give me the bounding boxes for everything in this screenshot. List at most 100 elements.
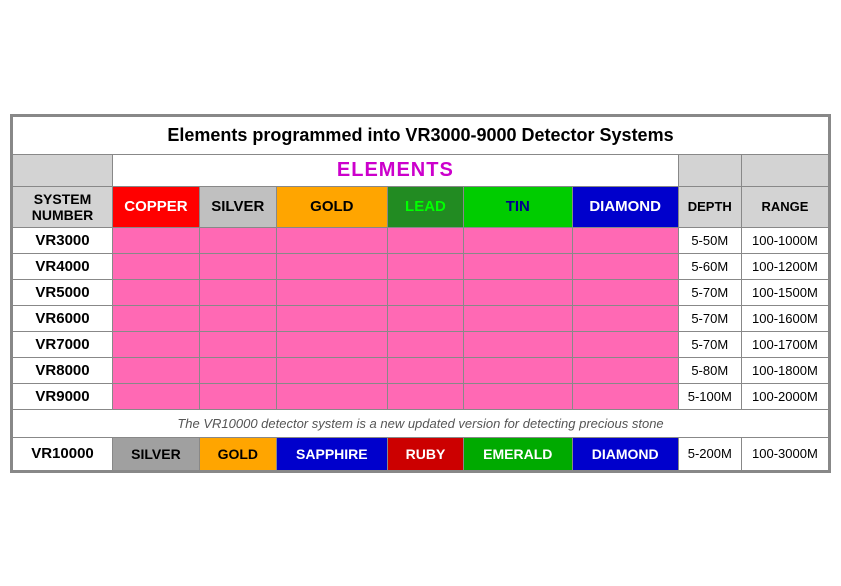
vr3000-gold (276, 227, 387, 253)
vr7000-tin (463, 331, 572, 357)
vr9000-tin (463, 383, 572, 409)
vr4000-depth: 5-60M (678, 253, 741, 279)
vr10000-silver-badge: SILVER (121, 442, 191, 466)
silver-header: SILVER (199, 186, 276, 227)
vr8000-depth: 5-80M (678, 357, 741, 383)
vr10000-sapphire-badge: SAPPHIRE (286, 442, 378, 466)
system-number-header: SYSTEM NUMBER (13, 186, 113, 227)
system-vr3000: VR3000 (13, 227, 113, 253)
vr10000-gold-cell: GOLD (199, 437, 276, 470)
vr9000-gold (276, 383, 387, 409)
vr10000-diamond-badge: DIAMOND (582, 442, 669, 466)
vr7000-diamond (572, 331, 678, 357)
table-row: VR6000 5-70M 100-1600M (13, 305, 829, 331)
vr3000-depth: 5-50M (678, 227, 741, 253)
vr10000-silver-cell: SILVER (113, 437, 200, 470)
vr9000-copper (113, 383, 200, 409)
vr5000-gold (276, 279, 387, 305)
note-row: The VR10000 detector system is a new upd… (13, 409, 829, 437)
vr4000-diamond (572, 253, 678, 279)
vr5000-depth: 5-70M (678, 279, 741, 305)
vr4000-lead (387, 253, 463, 279)
vr7000-copper (113, 331, 200, 357)
vr8000-silver (199, 357, 276, 383)
vr7000-lead (387, 331, 463, 357)
depth-header: DEPTH (678, 186, 741, 227)
vr3000-copper (113, 227, 200, 253)
vr3000-diamond (572, 227, 678, 253)
system-vr5000: VR5000 (13, 279, 113, 305)
vr5000-copper (113, 279, 200, 305)
vr8000-gold (276, 357, 387, 383)
range-header: RANGE (741, 186, 828, 227)
system-vr10000: VR10000 (13, 437, 113, 470)
system-header-empty (13, 154, 113, 186)
vr10000-depth: 5-200M (678, 437, 741, 470)
tin-header: TIN (463, 186, 572, 227)
vr3000-tin (463, 227, 572, 253)
vr6000-tin (463, 305, 572, 331)
vr10000-ruby-badge: RUBY (396, 442, 456, 466)
vr6000-gold (276, 305, 387, 331)
vr7000-silver (199, 331, 276, 357)
vr6000-diamond (572, 305, 678, 331)
vr10000-gold-badge: GOLD (208, 442, 268, 466)
vr4000-copper (113, 253, 200, 279)
vr5000-tin (463, 279, 572, 305)
elements-label: ELEMENTS (113, 154, 679, 186)
depth-header-empty (678, 154, 741, 186)
vr10000-emerald-badge: EMERALD (473, 442, 562, 466)
elements-row: ELEMENTS (13, 154, 829, 186)
vr7000-depth: 5-70M (678, 331, 741, 357)
vr3000-silver (199, 227, 276, 253)
vr8000-diamond (572, 357, 678, 383)
system-vr9000: VR9000 (13, 383, 113, 409)
table-row: VR9000 5-100M 100-2000M (13, 383, 829, 409)
vr8000-lead (387, 357, 463, 383)
vr4000-range: 100-1200M (741, 253, 828, 279)
table-row: VR3000 5-50M 100-1000M (13, 227, 829, 253)
vr9000-silver (199, 383, 276, 409)
vr4000-tin (463, 253, 572, 279)
system-vr6000: VR6000 (13, 305, 113, 331)
main-table-wrapper: Elements programmed into VR3000-9000 Det… (10, 114, 831, 473)
vr8000-tin (463, 357, 572, 383)
table-row: VR8000 5-80M 100-1800M (13, 357, 829, 383)
vr5000-silver (199, 279, 276, 305)
vr9000-depth: 5-100M (678, 383, 741, 409)
table-row: VR4000 5-60M 100-1200M (13, 253, 829, 279)
vr10000-ruby-cell: RUBY (387, 437, 463, 470)
copper-header: COPPER (113, 186, 200, 227)
vr9000-lead (387, 383, 463, 409)
vr10000-row: VR10000 SILVER GOLD SAPPHIRE RUBY EMERAL… (13, 437, 829, 470)
system-vr8000: VR8000 (13, 357, 113, 383)
vr6000-silver (199, 305, 276, 331)
column-headers: SYSTEM NUMBER COPPER SILVER GOLD LEAD TI… (13, 186, 829, 227)
vr9000-range: 100-2000M (741, 383, 828, 409)
table-row: VR7000 5-70M 100-1700M (13, 331, 829, 357)
vr8000-range: 100-1800M (741, 357, 828, 383)
table-row: VR5000 5-70M 100-1500M (13, 279, 829, 305)
vr6000-range: 100-1600M (741, 305, 828, 331)
system-vr4000: VR4000 (13, 253, 113, 279)
vr10000-diamond-cell: DIAMOND (572, 437, 678, 470)
vr6000-copper (113, 305, 200, 331)
note-text: The VR10000 detector system is a new upd… (13, 409, 829, 437)
vr7000-range: 100-1700M (741, 331, 828, 357)
vr6000-depth: 5-70M (678, 305, 741, 331)
vr9000-diamond (572, 383, 678, 409)
vr5000-range: 100-1500M (741, 279, 828, 305)
lead-header: LEAD (387, 186, 463, 227)
vr10000-sapphire-cell: SAPPHIRE (276, 437, 387, 470)
vr3000-range: 100-1000M (741, 227, 828, 253)
gold-header: GOLD (276, 186, 387, 227)
vr5000-diamond (572, 279, 678, 305)
vr4000-silver (199, 253, 276, 279)
vr3000-lead (387, 227, 463, 253)
vr10000-range: 100-3000M (741, 437, 828, 470)
vr7000-gold (276, 331, 387, 357)
vr4000-gold (276, 253, 387, 279)
table-title: Elements programmed into VR3000-9000 Det… (13, 116, 829, 154)
title-row: Elements programmed into VR3000-9000 Det… (13, 116, 829, 154)
vr8000-copper (113, 357, 200, 383)
